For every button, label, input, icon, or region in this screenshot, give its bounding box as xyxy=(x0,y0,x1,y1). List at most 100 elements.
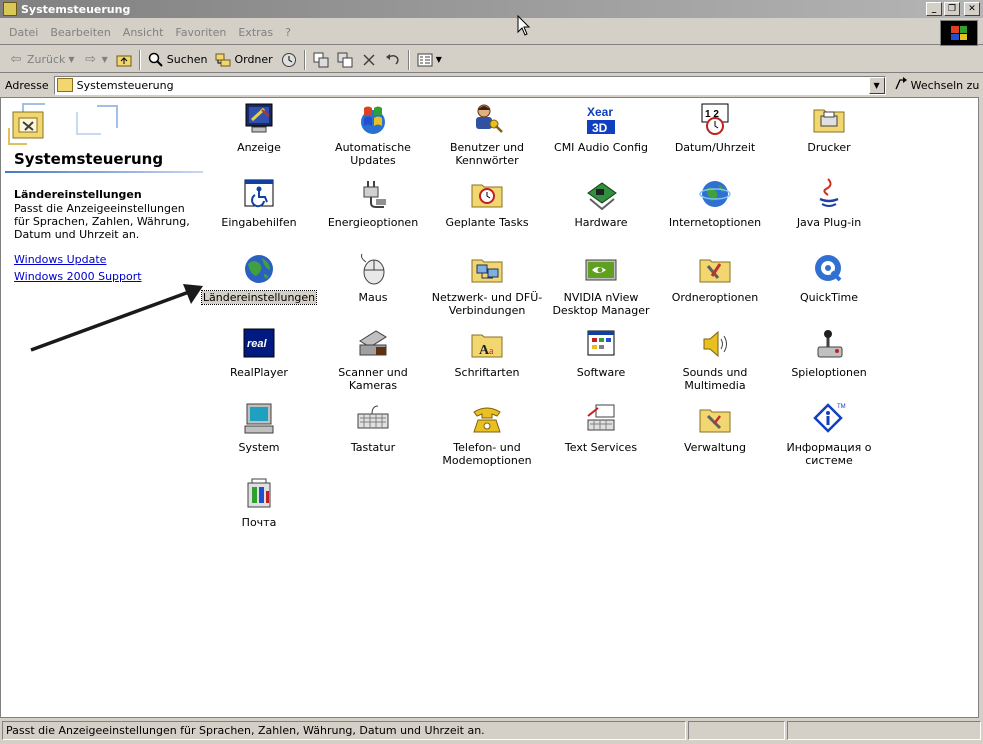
item-internetoptionen[interactable]: Internetoptionen xyxy=(658,175,772,247)
fonts-folder-icon: Aa xyxy=(471,334,503,358)
status-panel-2 xyxy=(688,721,785,740)
item-label: Maus xyxy=(358,291,388,304)
folders-label: Ordner xyxy=(234,53,273,66)
address-dropdown-button[interactable]: ▼ xyxy=(868,76,885,94)
item-automatische-updates[interactable]: Automatische Updates xyxy=(316,100,430,172)
item-label: Energieoptionen xyxy=(327,216,419,229)
software-icon xyxy=(587,330,615,356)
accessibility-icon xyxy=(244,179,274,208)
item-label: Hardware xyxy=(574,216,628,229)
control-panel-icon-grid: Anzeige Automatische Updates Benutzer un… xyxy=(200,98,902,618)
history-button[interactable] xyxy=(277,49,301,71)
go-arrow-icon xyxy=(894,76,908,94)
item-ordneroptionen[interactable]: Ordneroptionen xyxy=(658,250,772,322)
item-system[interactable]: System xyxy=(202,400,316,472)
power-plug-icon xyxy=(363,181,386,208)
item-sounds-und-multimedia[interactable]: Sounds und Multimedia xyxy=(658,325,772,397)
menu-edit[interactable]: Bearbeiten xyxy=(44,26,116,39)
mouse-icon xyxy=(361,253,385,285)
item-drucker[interactable]: Drucker xyxy=(772,100,886,172)
menu-favorites[interactable]: Favoriten xyxy=(169,26,232,39)
move-to-button[interactable] xyxy=(309,49,333,71)
joystick-icon xyxy=(817,330,843,358)
item-spieloptionen[interactable]: Spieloptionen xyxy=(772,325,886,397)
item-label: CMI Audio Config xyxy=(554,141,648,154)
item-datum-uhrzeit[interactable]: 1 2 Datum/Uhrzeit xyxy=(658,100,772,172)
item-hardware[interactable]: Hardware xyxy=(544,175,658,247)
speaker-icon xyxy=(703,330,727,358)
item-label: Automatische Updates xyxy=(335,141,411,167)
menu-help[interactable]: ? xyxy=(279,26,297,39)
minimize-button[interactable]: _ xyxy=(926,2,942,16)
item-java-plug-in[interactable]: Java Plug-in xyxy=(772,175,886,247)
item-label: Spieloptionen xyxy=(791,366,867,379)
item-eingabehilfen[interactable]: Eingabehilfen xyxy=(202,175,316,247)
item-geplante-tasks[interactable]: Geplante Tasks xyxy=(430,175,544,247)
item-nvidia-nview[interactable]: NVIDIA nView Desktop Manager xyxy=(544,250,658,322)
globe-icon xyxy=(699,181,731,207)
sidebar-banner-graphic xyxy=(5,102,123,146)
item-software[interactable]: Software xyxy=(544,325,658,397)
item-scanner-und-kameras[interactable]: Scanner und Kameras xyxy=(316,325,430,397)
windows-update-link[interactable]: Windows Update xyxy=(14,253,106,266)
quicktime-icon xyxy=(815,255,842,282)
menu-file[interactable]: Datei xyxy=(3,26,44,39)
menu-tools[interactable]: Extras xyxy=(232,26,279,39)
folder-tree-icon xyxy=(215,52,231,68)
arrow-left-icon: ⇦ xyxy=(10,52,22,67)
item-label: QuickTime xyxy=(799,291,859,304)
close-button[interactable]: ✕ xyxy=(964,2,980,16)
go-button[interactable]: Wechseln zu xyxy=(894,76,979,94)
status-panel-3 xyxy=(787,721,981,740)
item-quicktime[interactable]: QuickTime xyxy=(772,250,886,322)
item-pochta[interactable]: Почта xyxy=(202,475,316,547)
network-folder-icon xyxy=(471,259,503,283)
item-anzeige[interactable]: Anzeige xyxy=(202,100,316,172)
item-energieoptionen[interactable]: Energieoptionen xyxy=(316,175,430,247)
item-label: Benutzer und Kennwörter xyxy=(449,141,525,167)
telephone-icon xyxy=(473,407,501,433)
item-schriftarten[interactable]: Aa Schriftarten xyxy=(430,325,544,397)
delete-button[interactable] xyxy=(357,49,381,71)
back-button[interactable]: ⇦ Zurück ▼ xyxy=(4,49,79,71)
menu-view[interactable]: Ansicht xyxy=(117,26,170,39)
item-tastatur[interactable]: Tastatur xyxy=(316,400,430,472)
chevron-down-icon: ▼ xyxy=(101,55,108,64)
item-benutzer-und-kennwoerter[interactable]: Benutzer und Kennwörter xyxy=(430,100,544,172)
toolbar: ⇦ Zurück ▼ ⇨ ▼ Suchen Ordner ▼ xyxy=(0,47,983,73)
keyboard-icon xyxy=(357,405,389,429)
scanner-icon xyxy=(359,330,387,356)
forward-button[interactable]: ⇨ ▼ xyxy=(79,49,112,71)
windows-flag-icon xyxy=(951,26,967,40)
arrow-right-icon: ⇨ xyxy=(85,52,97,67)
item-systeminformation[interactable]: TM Информация о системе xyxy=(772,400,886,472)
item-label: Software xyxy=(576,366,626,379)
item-realplayer[interactable]: real RealPlayer xyxy=(202,325,316,397)
copy-to-button[interactable] xyxy=(333,49,357,71)
earth-icon xyxy=(245,255,273,283)
address-input[interactable]: Systemsteuerung ▼ xyxy=(53,75,886,95)
selected-item-heading: Ländereinstellungen xyxy=(14,188,142,201)
item-maus[interactable]: Maus xyxy=(316,250,430,322)
views-button[interactable]: ▼ xyxy=(413,49,446,71)
item-verwaltung[interactable]: Verwaltung xyxy=(658,400,772,472)
search-button[interactable]: Suchen xyxy=(144,49,212,71)
nvidia-icon xyxy=(585,259,617,281)
title-bar[interactable]: Systemsteuerung _ ❐ ✕ xyxy=(0,0,983,18)
up-folder-button[interactable] xyxy=(112,49,136,71)
maximize-button[interactable]: ❐ xyxy=(944,2,960,16)
item-label: System xyxy=(238,441,280,454)
item-label: Информация о системе xyxy=(786,441,872,467)
item-netzwerk-dfue[interactable]: Netzwerk- und DFÜ-Verbindungen xyxy=(430,250,544,322)
undo-button[interactable] xyxy=(381,49,405,71)
folders-button[interactable]: Ordner xyxy=(211,49,276,71)
item-cmi-audio-config[interactable]: Xear 3D CMI Audio Config xyxy=(544,100,658,172)
item-label: Datum/Uhrzeit xyxy=(674,141,756,154)
content-area: Systemsteuerung Ländereinstellungen Pass… xyxy=(0,97,979,718)
toolbar-separator xyxy=(407,49,410,70)
toolbar-separator xyxy=(138,49,141,70)
delete-x-icon xyxy=(361,52,377,68)
item-laendereinstellungen[interactable]: Ländereinstellungen xyxy=(200,250,318,322)
item-telefon-und-modemoptionen[interactable]: Telefon- und Modemoptionen xyxy=(430,400,544,472)
item-text-services[interactable]: Text Services xyxy=(544,400,658,472)
